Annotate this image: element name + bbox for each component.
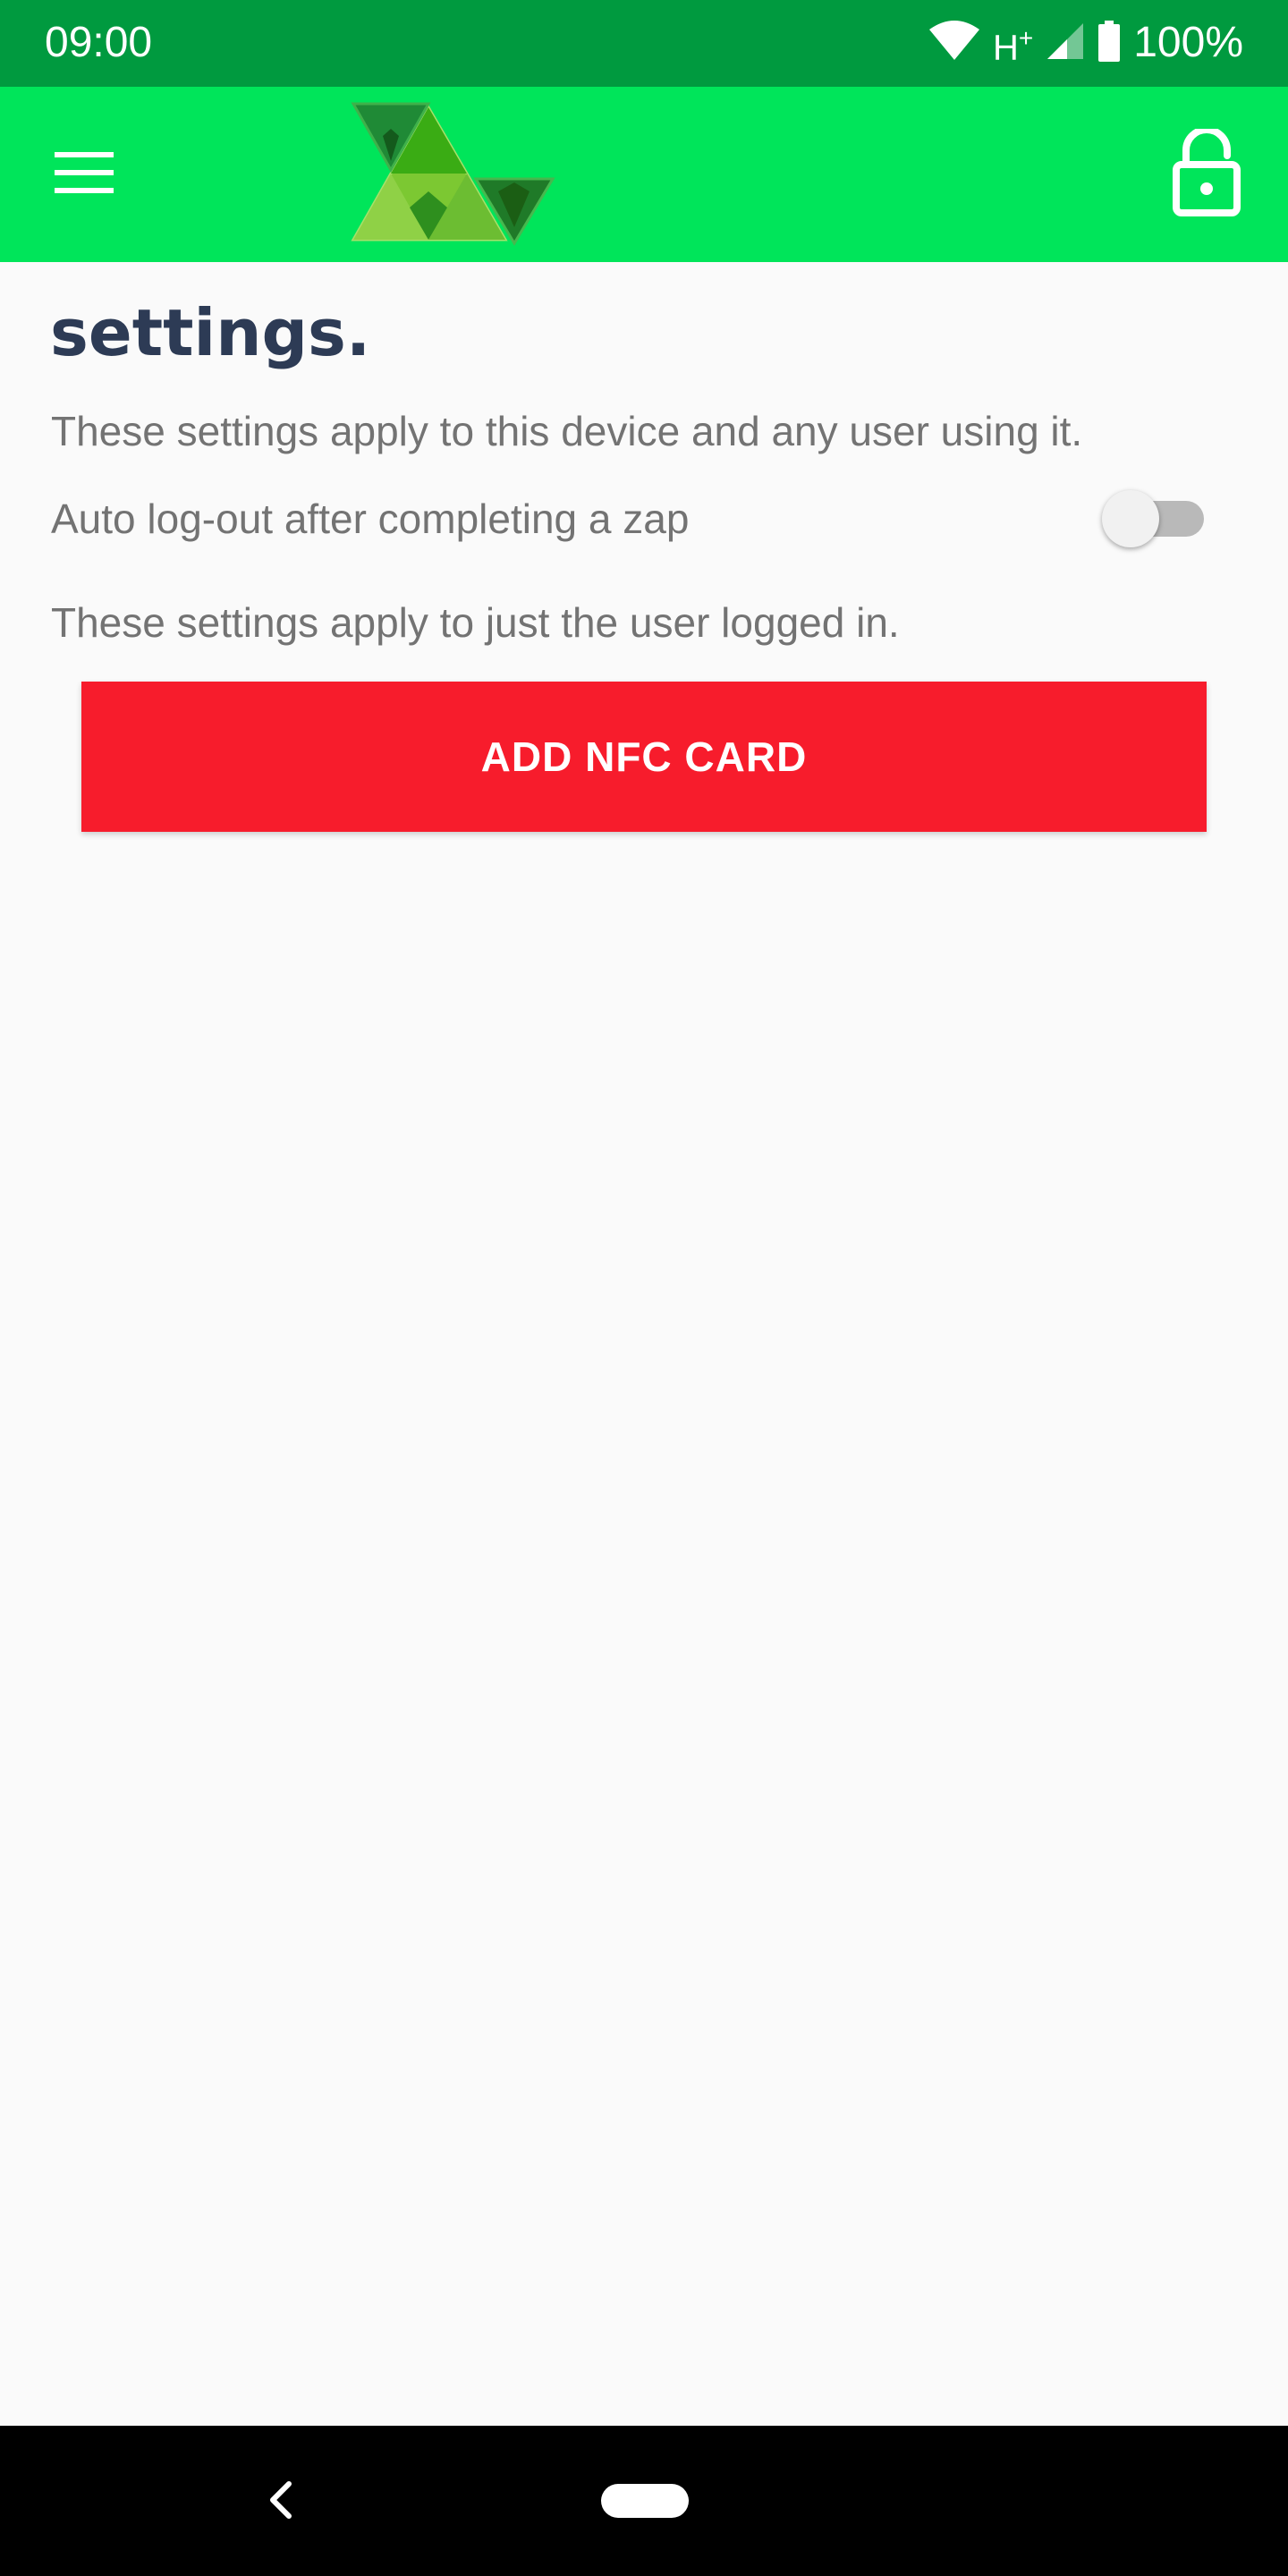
status-bar: 09:00 H+ 100%: [0, 0, 1288, 87]
wifi-icon: [928, 20, 980, 66]
network-type: H+: [993, 12, 1033, 74]
network-type-label: H: [992, 28, 1019, 68]
page-title: settings.: [50, 295, 371, 370]
app-logo: [351, 102, 556, 247]
back-button[interactable]: [254, 2470, 308, 2533]
battery-percent: 100%: [1133, 19, 1243, 66]
auto-logout-label: Auto log-out after completing a zap: [51, 496, 690, 542]
settings-screen: 09:00 H+ 100% settings. These settings a…: [0, 0, 1288, 2576]
toggle-thumb: [1102, 490, 1159, 547]
hamburger-menu-icon: [53, 150, 115, 199]
unlocked-padlock-icon: [1172, 125, 1241, 221]
navigation-bar: [0, 2426, 1288, 2576]
device-settings-description: These settings apply to this device and …: [51, 408, 1083, 454]
back-chevron-icon: [267, 2480, 294, 2524]
signal-icon: [1046, 21, 1085, 65]
battery-icon: [1097, 20, 1121, 66]
status-icons: H+ 100%: [928, 16, 1243, 70]
auto-logout-setting: Auto log-out after completing a zap: [51, 490, 1214, 547]
user-settings-description: These settings apply to just the user lo…: [51, 599, 900, 646]
menu-button[interactable]: [39, 131, 129, 217]
auto-logout-toggle[interactable]: [1102, 490, 1206, 547]
status-time: 09:00: [45, 19, 153, 66]
add-nfc-card-button[interactable]: ADD NFC CARD: [81, 682, 1207, 832]
app-bar: [0, 87, 1288, 262]
network-type-suffix: +: [1018, 23, 1034, 52]
lock-button[interactable]: [1157, 124, 1256, 225]
home-pill-icon[interactable]: [601, 2484, 689, 2518]
